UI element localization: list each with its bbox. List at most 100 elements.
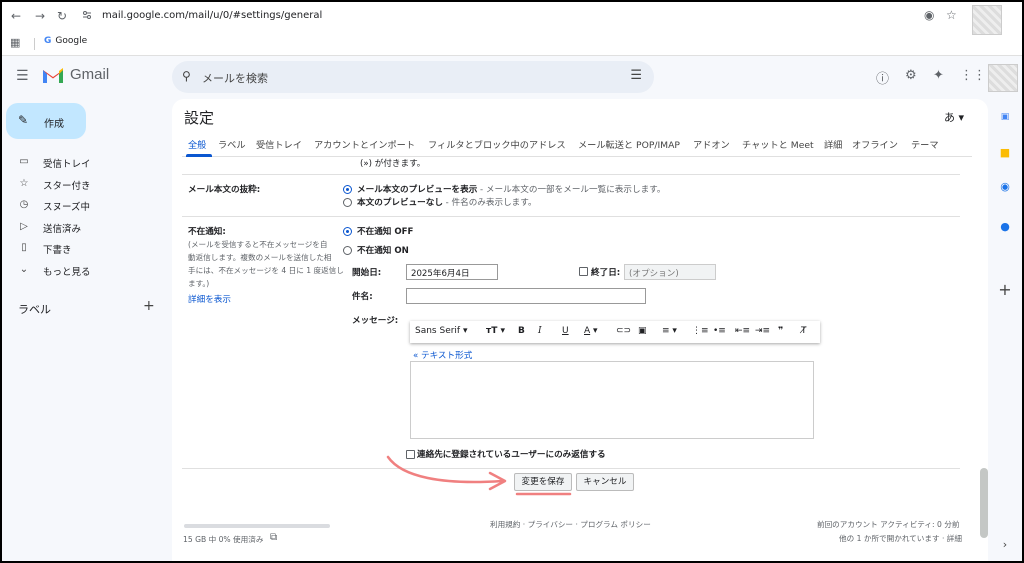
main-menu-icon[interactable]: ☰ [16, 68, 29, 84]
vacation-on-radio[interactable] [343, 246, 352, 255]
account-activity-details[interactable]: 他の 1 か所で開かれています · 詳細 [839, 533, 962, 544]
tab-accounts[interactable]: アカウントとインポート [314, 137, 415, 151]
sidebar-item-label: スヌーズ中 [43, 202, 91, 213]
end-date-label: 終了日: [591, 268, 621, 278]
storage-external-link-icon[interactable]: ⧉ [270, 532, 277, 543]
tasks-icon[interactable]: ◉ [998, 180, 1012, 193]
search-icon[interactable]: ⚲ [182, 69, 191, 83]
storage-usage: 15 GB 中 0% 使用済み [183, 535, 264, 544]
message-editor[interactable] [410, 361, 814, 439]
reload-icon[interactable]: ↻ [54, 8, 70, 24]
google-g-icon: G [44, 36, 52, 46]
add-addon-icon[interactable]: + [998, 280, 1012, 299]
tab-labels[interactable]: ラベル [218, 137, 246, 151]
search-options-icon[interactable]: ☰ [630, 68, 642, 83]
snippets-hide-option: 本文のプレビューなし - 件名のみ表示します。 [357, 196, 537, 208]
cancel-button[interactable]: キャンセル [576, 473, 634, 491]
google-apps-icon[interactable]: ⋮⋮ [960, 68, 986, 83]
font-family-value: Sans Serif [415, 326, 461, 336]
keep-icon[interactable]: ■ [998, 146, 1012, 159]
help-icon[interactable]: ⓘ [876, 68, 889, 87]
numbered-list-icon[interactable]: ⋮≡ [692, 326, 709, 336]
end-date-field[interactable]: (オプション) [624, 264, 716, 280]
sidebar-item-label: 送信済み [43, 224, 82, 235]
bold-icon[interactable]: B [518, 326, 525, 336]
tab-advanced[interactable]: 詳細 [824, 137, 842, 151]
snippets-show-radio[interactable] [343, 185, 352, 194]
sidebar-item-starred[interactable]: ☆ スター付き [2, 174, 162, 194]
end-date-checkbox[interactable] [579, 267, 588, 276]
text-color-icon[interactable]: A ▾ [584, 326, 598, 336]
input-tools-label: あ [943, 111, 955, 124]
plain-text-link[interactable]: « テキスト形式 [413, 349, 472, 361]
tab-inbox[interactable]: 受信トレイ [256, 137, 302, 151]
subject-label: 件名: [352, 292, 373, 302]
window: ← → ↻ mail.google.com/mail/u/0/#settings… [2, 2, 1022, 561]
side-avatar[interactable] [988, 64, 1018, 92]
calendar-icon[interactable]: ▣ [998, 112, 1012, 122]
tab-themes[interactable]: テーマ [911, 137, 939, 151]
quote-icon[interactable]: ❞ [778, 326, 783, 336]
bulleted-list-icon[interactable]: •≡ [713, 326, 726, 336]
input-tools-button[interactable]: あ ▾ [944, 109, 964, 125]
search-bar[interactable]: ⚲ メールを検索 ☰ [172, 61, 654, 93]
vacation-off-label: 不在通知 OFF [357, 227, 414, 237]
gmail-app-name: Gmail [70, 66, 110, 83]
active-tab-indicator [186, 154, 212, 157]
align-icon[interactable]: ≡ ▾ [662, 326, 677, 336]
search-input[interactable]: メールを検索 [202, 70, 268, 86]
compose-button[interactable]: ✎ 作成 [6, 103, 86, 139]
bookmark-google-label: Google [55, 36, 88, 46]
apps-grid-icon[interactable]: ▦ [10, 36, 20, 49]
learn-more-link[interactable]: 詳細を表示 [188, 293, 231, 305]
gmail-logo-icon[interactable] [42, 66, 64, 87]
footer-links[interactable]: 利用規約 · プライバシー · プログラム ポリシー [490, 519, 651, 530]
back-icon[interactable]: ← [8, 8, 24, 24]
eye-icon[interactable]: ◉ [924, 8, 934, 22]
star-icon: ☆ [19, 178, 29, 189]
formatting-toolbar: Sans Serif ▾ тT ▾ B I U A ▾ ⊂⊃ ▣ ≡ ▾ ⋮≡ … [410, 321, 820, 343]
sidebar-item-snoozed[interactable]: ◷ スヌーズ中 [2, 195, 162, 215]
vacation-off-radio[interactable] [343, 227, 352, 236]
italic-icon[interactable]: I [538, 326, 542, 336]
bookmark-google[interactable]: G Google [44, 36, 87, 46]
settings-gear-icon[interactable]: ⚙ [905, 68, 917, 83]
start-date-field[interactable]: 2025年6月4日 [406, 264, 498, 280]
remove-formatting-icon[interactable]: T̸ [801, 326, 807, 336]
add-label-icon[interactable]: + [143, 298, 155, 314]
image-icon[interactable]: ▣ [638, 326, 647, 336]
gemini-sparkle-icon[interactable]: ✦ [933, 68, 944, 83]
font-family-select[interactable]: Sans Serif ▾ [415, 326, 468, 336]
tab-offline[interactable]: オフライン [852, 137, 898, 151]
sidebar-item-drafts[interactable]: ▯ 下書き [2, 238, 162, 258]
labels-heading: ラベル [18, 303, 51, 316]
sidebar-item-more[interactable]: ⌄ もっと見る [2, 260, 162, 280]
snippets-hide-label: 本文のプレビューなし [357, 198, 443, 208]
font-size-icon[interactable]: тT ▾ [486, 326, 505, 336]
sidebar-item-inbox[interactable]: ▭ 受信トレイ [2, 152, 162, 172]
snippets-show-desc: - メール本文の一部をメール一覧に表示します。 [477, 185, 666, 195]
forward-icon[interactable]: → [32, 8, 48, 24]
tab-general[interactable]: 全般 [188, 137, 206, 151]
underline-icon[interactable]: U [562, 326, 569, 336]
vacation-on-label: 不在通知 ON [357, 246, 409, 256]
sidebar-item-label: もっと見る [43, 267, 91, 278]
expand-panel-icon[interactable]: › [998, 538, 1012, 551]
site-info-icon[interactable] [82, 10, 92, 23]
tab-chat-meet[interactable]: チャットと Meet [742, 137, 814, 151]
tab-addons[interactable]: アドオン [693, 137, 730, 151]
url-bar[interactable]: mail.google.com/mail/u/0/#settings/gener… [102, 10, 322, 21]
snippets-hide-radio[interactable] [343, 198, 352, 207]
save-changes-button[interactable]: 変更を保存 [514, 473, 572, 491]
bookmark-star-icon[interactable]: ☆ [946, 8, 957, 22]
sidebar-item-sent[interactable]: ▷ 送信済み [2, 217, 162, 237]
subject-field[interactable] [406, 288, 646, 304]
pencil-icon: ✎ [18, 113, 29, 127]
indent-more-icon[interactable]: ⇥≡ [755, 326, 770, 336]
contacts-icon[interactable]: ● [998, 220, 1012, 233]
indent-less-icon[interactable]: ⇤≡ [735, 326, 750, 336]
tab-filters[interactable]: フィルタとブロック中のアドレス [428, 137, 566, 151]
tab-forwarding[interactable]: メール転送と POP/IMAP [578, 137, 680, 151]
link-icon[interactable]: ⊂⊃ [616, 326, 631, 336]
scrollbar[interactable] [980, 468, 988, 538]
